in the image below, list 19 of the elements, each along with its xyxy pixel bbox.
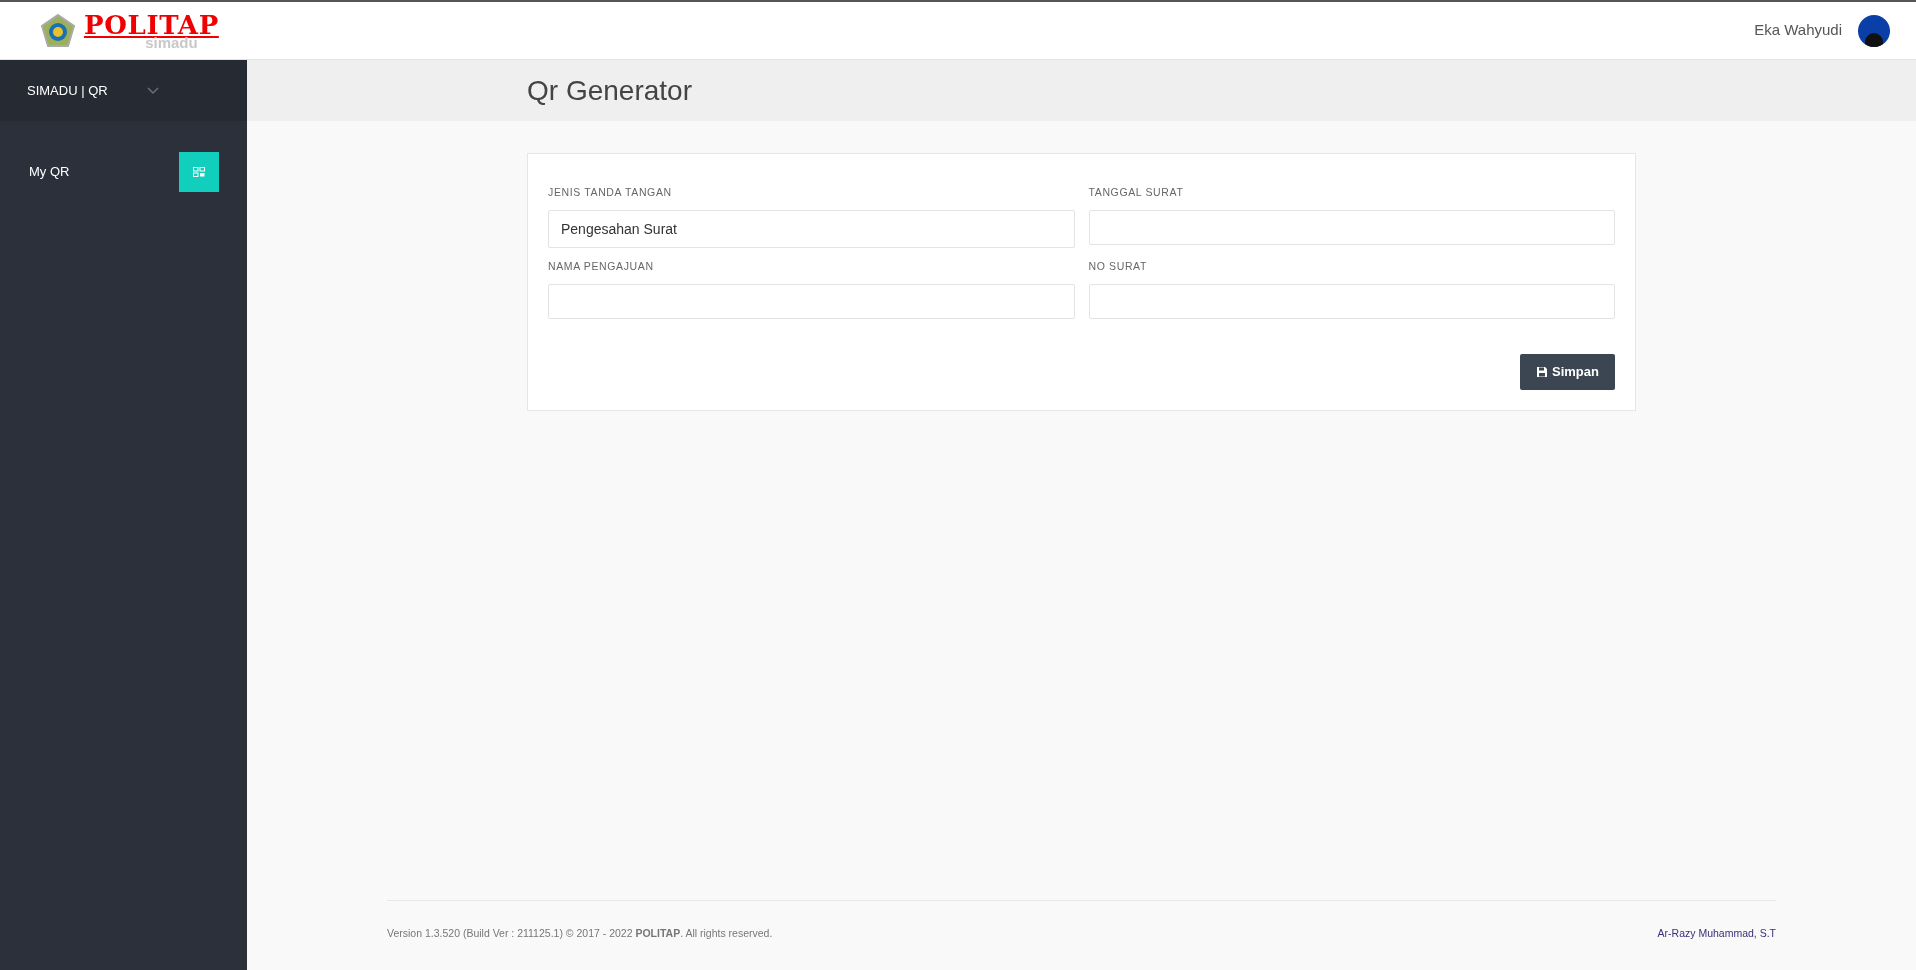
input-field[interactable]: Pengesahan Surat xyxy=(548,210,1075,248)
input-field[interactable] xyxy=(548,284,1075,319)
sidebar-item[interactable]: My QR xyxy=(29,162,70,182)
field-label: NAMA PENGAJUAN xyxy=(548,259,655,275)
field-label: TANGGAL SURAT xyxy=(1088,185,1185,201)
page-title: Qr Generator xyxy=(527,73,692,108)
field-label: NO SURAT xyxy=(1088,259,1148,275)
input-field[interactable] xyxy=(1088,284,1615,319)
chevron-icon[interactable] xyxy=(147,86,159,95)
version-text: Version 1.3.520 (Build Ver : 211125.1) © 2017 - 2022 POLITAP. All rights reserved. xyxy=(387,925,773,941)
save-button[interactable]: Simpan xyxy=(1520,354,1615,390)
sidebar-title: SIMADU | QR xyxy=(27,81,108,100)
user-name[interactable]: Eka Wahyudi xyxy=(1754,19,1842,42)
field-label: JENIS TANDA TANGAN xyxy=(548,185,673,201)
avatar[interactable] xyxy=(1858,14,1890,47)
input-field[interactable] xyxy=(1088,210,1615,245)
emblem-icon xyxy=(40,12,76,49)
author-link[interactable]: Ar-Razy Muhammad, S.T xyxy=(1657,925,1776,942)
qr-code-icon[interactable] xyxy=(179,152,219,192)
